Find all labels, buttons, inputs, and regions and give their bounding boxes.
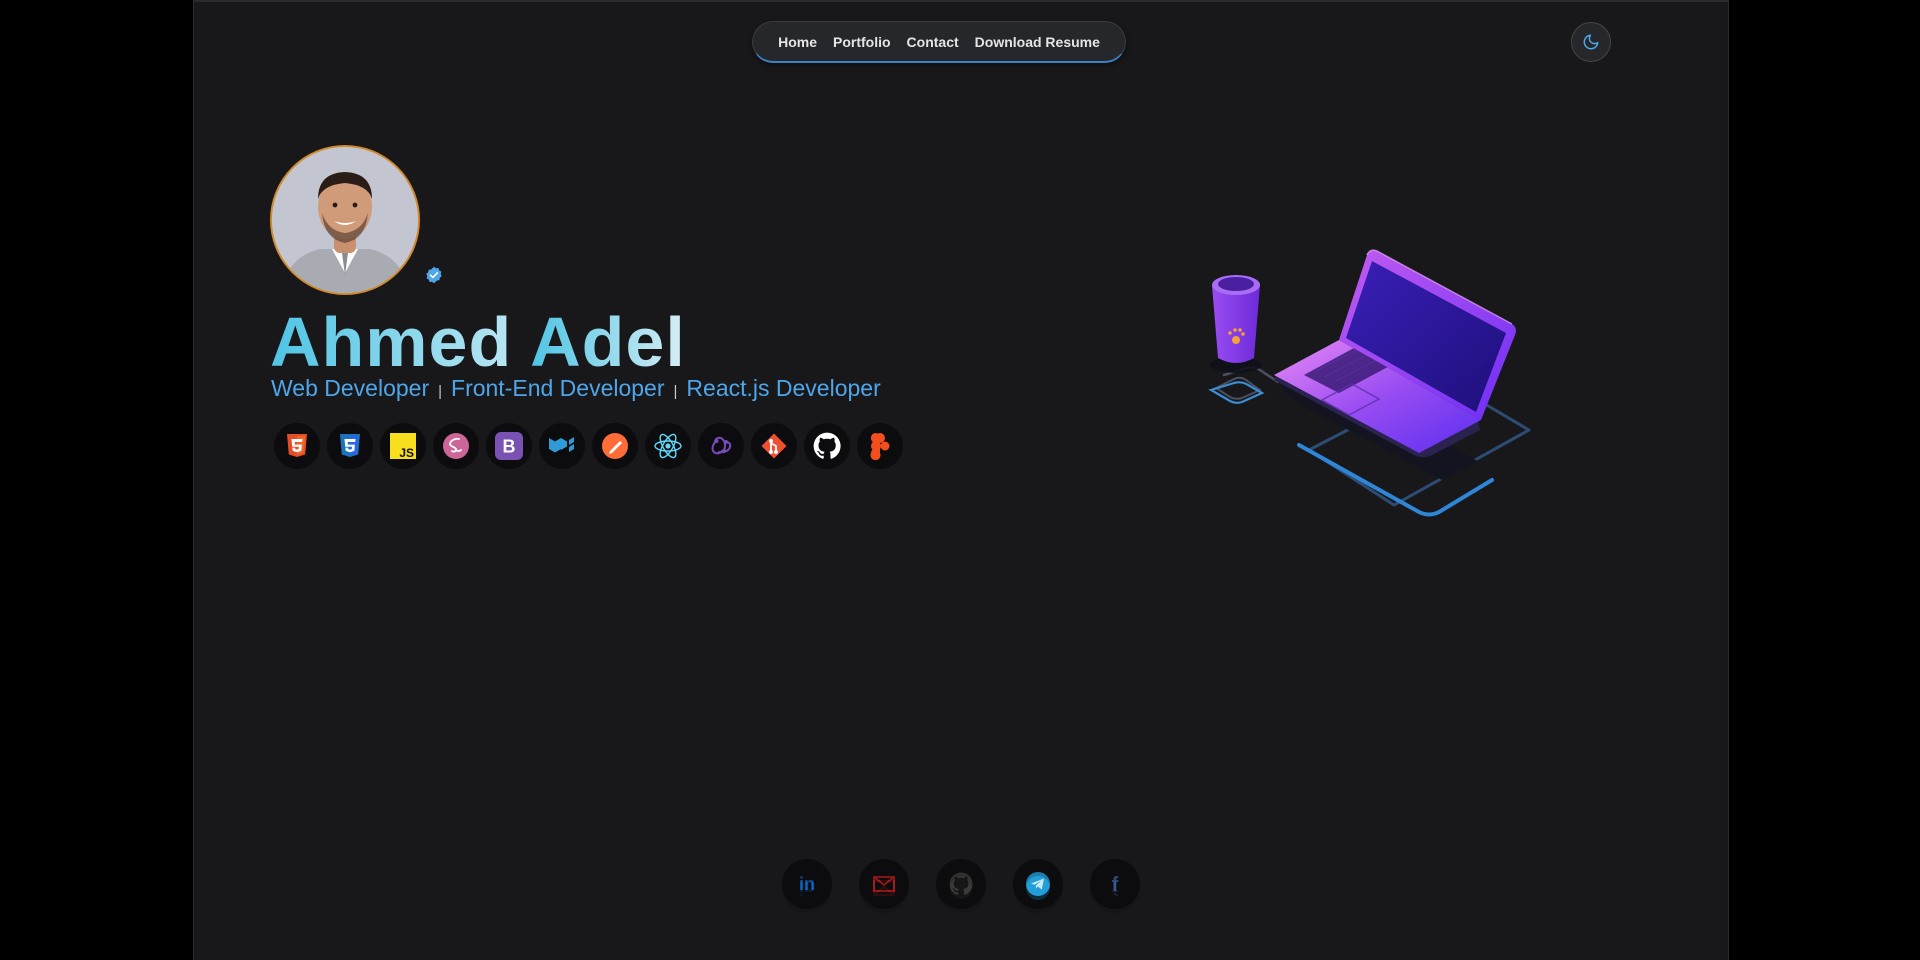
telegram-icon bbox=[1026, 876, 1050, 900]
javascript-icon: JS bbox=[390, 433, 416, 459]
email-icon bbox=[873, 880, 895, 896]
theme-toggle-button[interactable] bbox=[1571, 22, 1611, 62]
top-divider bbox=[194, 0, 1728, 2]
reflection-telegram bbox=[1013, 863, 1063, 913]
skill-css3[interactable] bbox=[327, 423, 373, 469]
skill-html5[interactable] bbox=[274, 423, 320, 469]
skill-react[interactable] bbox=[645, 423, 691, 469]
profile-name: Ahmed Adel bbox=[270, 300, 686, 384]
css3-icon bbox=[340, 434, 360, 457]
figma-icon bbox=[870, 433, 890, 460]
name-last: Adel bbox=[530, 303, 686, 381]
svg-text:f: f bbox=[1112, 877, 1119, 898]
svg-text:in: in bbox=[799, 878, 815, 898]
svg-text:B: B bbox=[503, 437, 516, 457]
name-first: Ahmed bbox=[270, 303, 513, 381]
material-ui-icon bbox=[549, 437, 574, 453]
reflection-linkedin: in bbox=[782, 863, 832, 913]
linkedin-icon: in bbox=[799, 878, 815, 898]
verified-badge-icon bbox=[426, 266, 442, 284]
git-icon bbox=[761, 433, 787, 459]
role-web-developer: Web Developer bbox=[271, 375, 430, 401]
reflection-facebook: f bbox=[1090, 863, 1140, 913]
skill-git[interactable] bbox=[751, 423, 797, 469]
redux-icon bbox=[711, 436, 732, 455]
skill-sass[interactable] bbox=[433, 423, 479, 469]
html5-icon bbox=[287, 434, 307, 457]
roles-line: Web Developer | Front-End Developer | Re… bbox=[271, 375, 881, 402]
social-links-reflection: in f bbox=[782, 863, 1140, 913]
page-container: Home Portfolio Contact Download Resume A… bbox=[193, 0, 1729, 960]
github-icon bbox=[950, 877, 972, 899]
reflection-github bbox=[936, 863, 986, 913]
react-icon bbox=[654, 433, 682, 459]
sass-icon bbox=[443, 433, 469, 459]
svg-text:JS: JS bbox=[399, 446, 414, 459]
bootstrap-icon: B bbox=[495, 432, 523, 460]
nav-contact[interactable]: Contact bbox=[907, 34, 959, 50]
facebook-icon: f bbox=[1112, 877, 1119, 898]
skill-figma[interactable] bbox=[857, 423, 903, 469]
role-separator: | bbox=[438, 383, 443, 400]
moon-icon bbox=[1583, 34, 1599, 50]
reflection-email bbox=[859, 863, 909, 913]
skills-row: JS B bbox=[274, 423, 903, 469]
postman-icon bbox=[602, 433, 628, 459]
skill-bootstrap[interactable]: B bbox=[486, 423, 532, 469]
github-icon bbox=[813, 432, 841, 459]
nav-portfolio[interactable]: Portfolio bbox=[833, 34, 891, 50]
nav-download-resume[interactable]: Download Resume bbox=[975, 34, 1100, 50]
avatar bbox=[270, 145, 420, 295]
nav-home[interactable]: Home bbox=[778, 34, 817, 50]
main-nav: Home Portfolio Contact Download Resume bbox=[752, 21, 1126, 63]
role-separator: | bbox=[673, 383, 678, 400]
laptop-illustration bbox=[1208, 249, 1531, 517]
avatar-portrait bbox=[272, 147, 418, 293]
skill-material-ui[interactable] bbox=[539, 423, 585, 469]
role-front-end-developer: Front-End Developer bbox=[451, 375, 665, 401]
role-react-developer: React.js Developer bbox=[686, 375, 881, 401]
skill-github[interactable] bbox=[804, 423, 850, 469]
skill-postman[interactable] bbox=[592, 423, 638, 469]
skill-javascript[interactable]: JS bbox=[380, 423, 426, 469]
skill-redux[interactable] bbox=[698, 423, 744, 469]
